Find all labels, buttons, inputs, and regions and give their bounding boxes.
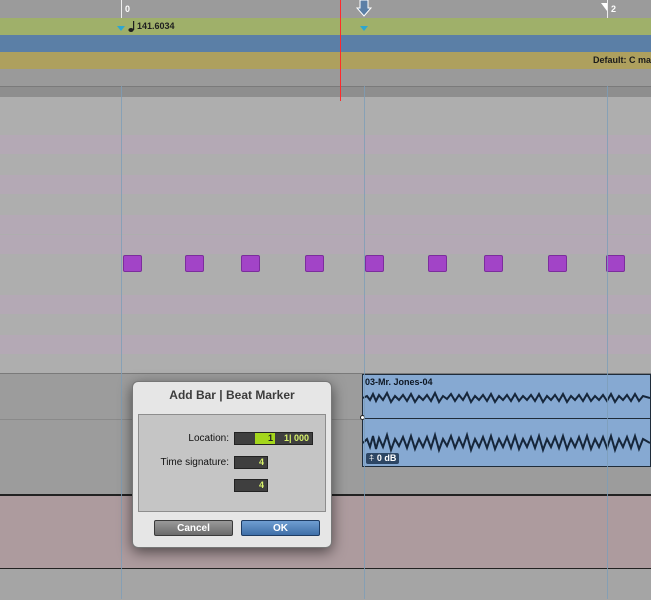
tempo-value: 141.6034 — [137, 21, 175, 31]
midi-note[interactable] — [185, 255, 204, 272]
midi-note[interactable] — [484, 255, 503, 272]
time-signature-denominator-field[interactable]: 4 — [234, 479, 268, 492]
bar-number-0: 0 — [125, 4, 131, 14]
ruler-divider — [0, 87, 651, 97]
markers-ruler[interactable] — [0, 69, 651, 87]
midi-note-editor[interactable] — [0, 97, 651, 373]
fader-icon: ⍏ — [369, 453, 377, 463]
tempo-marker-icon[interactable] — [117, 26, 125, 31]
playhead-marker-icon[interactable] — [356, 0, 372, 18]
midi-note[interactable] — [548, 255, 567, 272]
piano-row-black — [0, 335, 651, 354]
track-lane[interactable] — [0, 568, 651, 600]
dialog-fields-panel: Location: 1 1| 000 Time signature: 4 4 — [138, 414, 326, 512]
tempo-ruler[interactable]: 141.6034 — [0, 18, 651, 36]
midi-note[interactable] — [365, 255, 384, 272]
location-field[interactable]: 1 1| 000 — [234, 432, 313, 445]
bar-number-2: 2 — [611, 4, 617, 14]
add-bar-beat-marker-dialog: Add Bar | Beat Marker Location: 1 1| 000… — [132, 381, 332, 548]
bar-gridline — [607, 86, 608, 599]
cancel-button[interactable]: Cancel — [154, 520, 233, 536]
bar-tick — [121, 0, 122, 18]
clip-gain-value: 0 dB — [376, 453, 397, 463]
midi-note[interactable] — [305, 255, 324, 272]
location-bar-value[interactable]: 1 — [255, 433, 275, 444]
clip-name: 03-Mr. Jones-04 — [365, 377, 433, 387]
location-beat-tick-value[interactable]: 1| 000 — [284, 433, 309, 443]
edit-cursor-line — [340, 0, 341, 101]
beat-gridline — [364, 86, 365, 599]
midi-note[interactable] — [428, 255, 447, 272]
piano-row-black — [0, 175, 651, 194]
dialog-title: Add Bar | Beat Marker — [169, 388, 295, 402]
piano-row-black — [0, 135, 651, 154]
bars-beats-ruler[interactable]: 0 2 — [0, 0, 651, 19]
key-signature-label: Default: C ma — [592, 55, 651, 65]
bar-gridline — [121, 86, 122, 599]
quarter-note-icon — [128, 21, 135, 32]
time-signature-numerator-field[interactable]: 4 — [234, 456, 268, 469]
bar-tick — [607, 0, 608, 18]
time-signature-label: Time signature: — [160, 457, 229, 468]
midi-note[interactable] — [123, 255, 142, 272]
ok-button[interactable]: OK — [241, 520, 320, 536]
tempo-marker-icon[interactable] — [360, 26, 368, 31]
clip-gain-badge[interactable]: ⍏ 0 dB — [366, 453, 400, 464]
meter-ruler[interactable] — [0, 35, 651, 53]
location-label: Location: — [188, 433, 229, 444]
midi-note[interactable] — [241, 255, 260, 272]
piano-row-black — [0, 215, 651, 234]
piano-row-black — [0, 235, 651, 254]
midi-note[interactable] — [606, 255, 625, 272]
key-ruler[interactable]: Default: C ma — [0, 52, 651, 70]
piano-row-black — [0, 295, 651, 314]
